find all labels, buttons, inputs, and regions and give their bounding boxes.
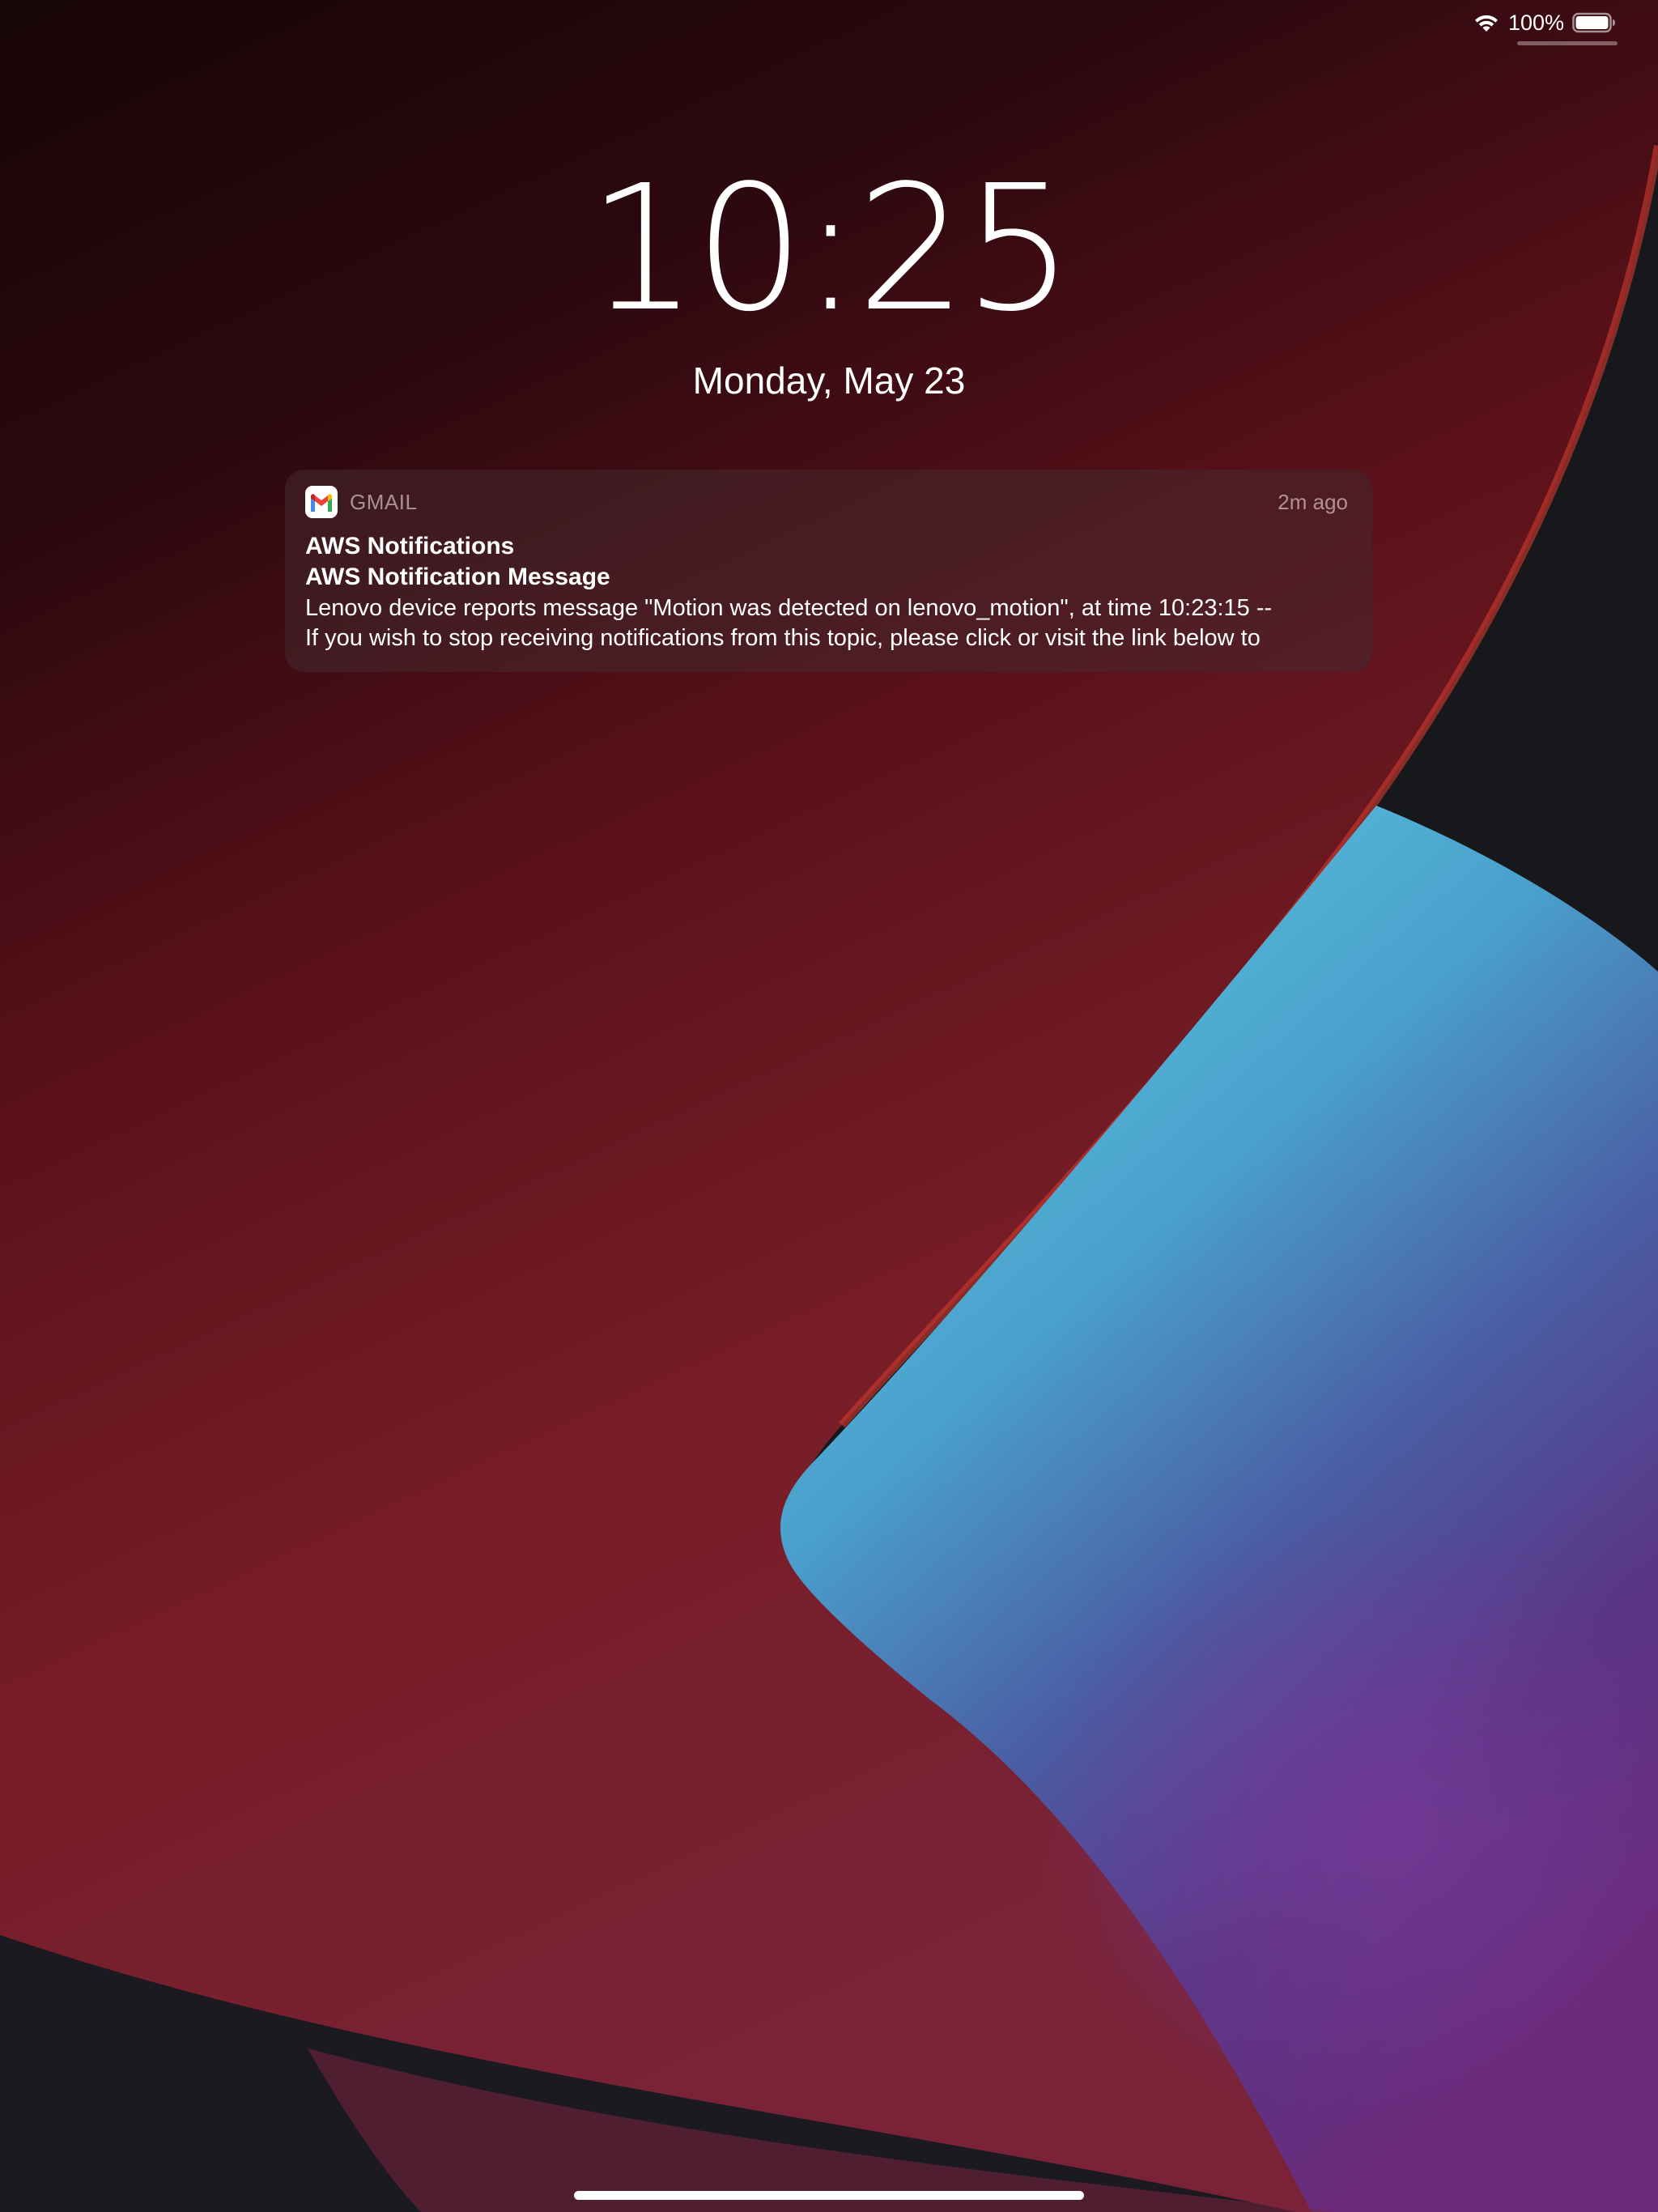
notification-time: 2m ago xyxy=(1278,489,1348,514)
notification-body-line-1: Lenovo device reports message "Motion wa… xyxy=(305,595,1273,621)
notification-body-line-2: If you wish to stop receiving notificati… xyxy=(305,625,1261,651)
gmail-notification[interactable]: GMAIL 2m ago AWS Notifications AWS Notif… xyxy=(285,470,1372,672)
lock-screen-time: 10:25 xyxy=(587,148,1074,350)
control-center-grabber[interactable] xyxy=(1517,41,1618,45)
lock-screen-date: Monday, May 23 xyxy=(692,359,966,402)
notification-header: GMAIL 2m ago xyxy=(305,486,1348,518)
battery-icon xyxy=(1572,12,1615,33)
battery-percentage: 100% xyxy=(1507,10,1564,35)
notification-app-name: GMAIL xyxy=(350,489,418,514)
wifi-icon xyxy=(1474,15,1498,32)
gmail-icon xyxy=(305,486,338,518)
status-bar: 100% xyxy=(1473,6,1616,39)
home-indicator[interactable] xyxy=(574,2191,1084,2200)
lock-screen: 100% 10:25 Monday, May 23 GMAIL 2m ago A… xyxy=(0,0,1658,2212)
notification-subtitle: AWS Notification Message xyxy=(305,564,610,590)
notification-title: AWS Notifications xyxy=(305,533,515,559)
